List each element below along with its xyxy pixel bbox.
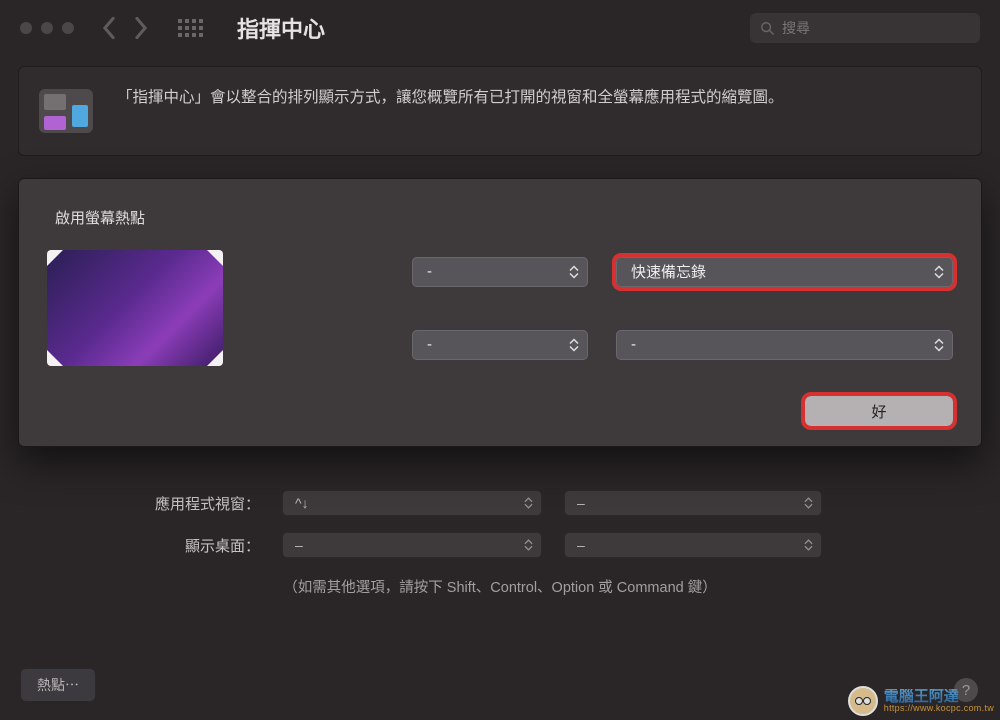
background-settings: 應用程式視窗： ^↓ – 顯示桌面： – – [30, 490, 970, 597]
show-desktop-label: 顯示桌面： [30, 535, 260, 556]
app-windows-label: 應用程式視窗： [30, 493, 260, 514]
ok-button[interactable]: 好 [805, 396, 953, 426]
toolbar: 指揮中心 搜尋 [0, 0, 1000, 56]
forward-icon[interactable] [134, 17, 148, 39]
search-input[interactable]: 搜尋 [750, 13, 980, 43]
app-windows-mouse-select[interactable]: – [564, 490, 822, 516]
grid-icon[interactable] [178, 19, 203, 37]
corner-top-right-select[interactable]: 快速備忘錄 [616, 257, 953, 287]
modifier-hint: （如需其他選項，請按下 Shift、Control、Option 或 Comma… [30, 576, 970, 597]
chevron-up-down-icon [934, 338, 944, 352]
back-icon[interactable] [102, 17, 116, 39]
show-desktop-shortcut-select[interactable]: – [282, 532, 542, 558]
sheet-title: 啟用螢幕熱點 [55, 207, 953, 228]
display-preview [47, 250, 223, 366]
search-placeholder: 搜尋 [782, 18, 810, 38]
chevron-up-down-icon [934, 265, 944, 279]
chevron-up-down-icon [804, 497, 813, 509]
watermark-avatar-icon [848, 686, 878, 716]
app-windows-shortcut-select[interactable]: ^↓ [282, 490, 542, 516]
corner-top-left-select[interactable]: - [412, 257, 588, 287]
page-title: 指揮中心 [237, 12, 325, 44]
chevron-up-down-icon [524, 497, 533, 509]
watermark-url: https://www.kocpc.com.tw [884, 704, 994, 713]
description-panel: 「指揮中心」會以整合的排列顯示方式，讓您概覽所有已打開的視窗和全螢幕應用程式的縮… [18, 66, 982, 156]
window-controls[interactable] [20, 22, 74, 34]
corner-bottom-right-select[interactable]: - [616, 330, 953, 360]
chevron-up-down-icon [569, 265, 579, 279]
corner-bottom-left-select[interactable]: - [412, 330, 588, 360]
description-text: 「指揮中心」會以整合的排列顯示方式，讓您概覽所有已打開的視窗和全螢幕應用程式的縮… [117, 85, 784, 111]
chevron-up-down-icon [804, 539, 813, 551]
show-desktop-mouse-select[interactable]: – [564, 532, 822, 558]
close-icon[interactable] [20, 22, 32, 34]
search-icon [760, 21, 774, 35]
nav-arrows [102, 17, 148, 39]
watermark-name: 電腦王阿達 [884, 689, 994, 704]
watermark: 電腦王阿達 https://www.kocpc.com.tw [848, 686, 994, 716]
zoom-icon[interactable] [62, 22, 74, 34]
mission-control-icon [39, 89, 93, 133]
chevron-up-down-icon [569, 338, 579, 352]
hot-corners-button[interactable]: 熱點⋯ [20, 668, 96, 702]
minimize-icon[interactable] [41, 22, 53, 34]
chevron-up-down-icon [524, 539, 533, 551]
hot-corners-sheet: 啟用螢幕熱點 - 快速備忘錄 - - [18, 178, 982, 447]
